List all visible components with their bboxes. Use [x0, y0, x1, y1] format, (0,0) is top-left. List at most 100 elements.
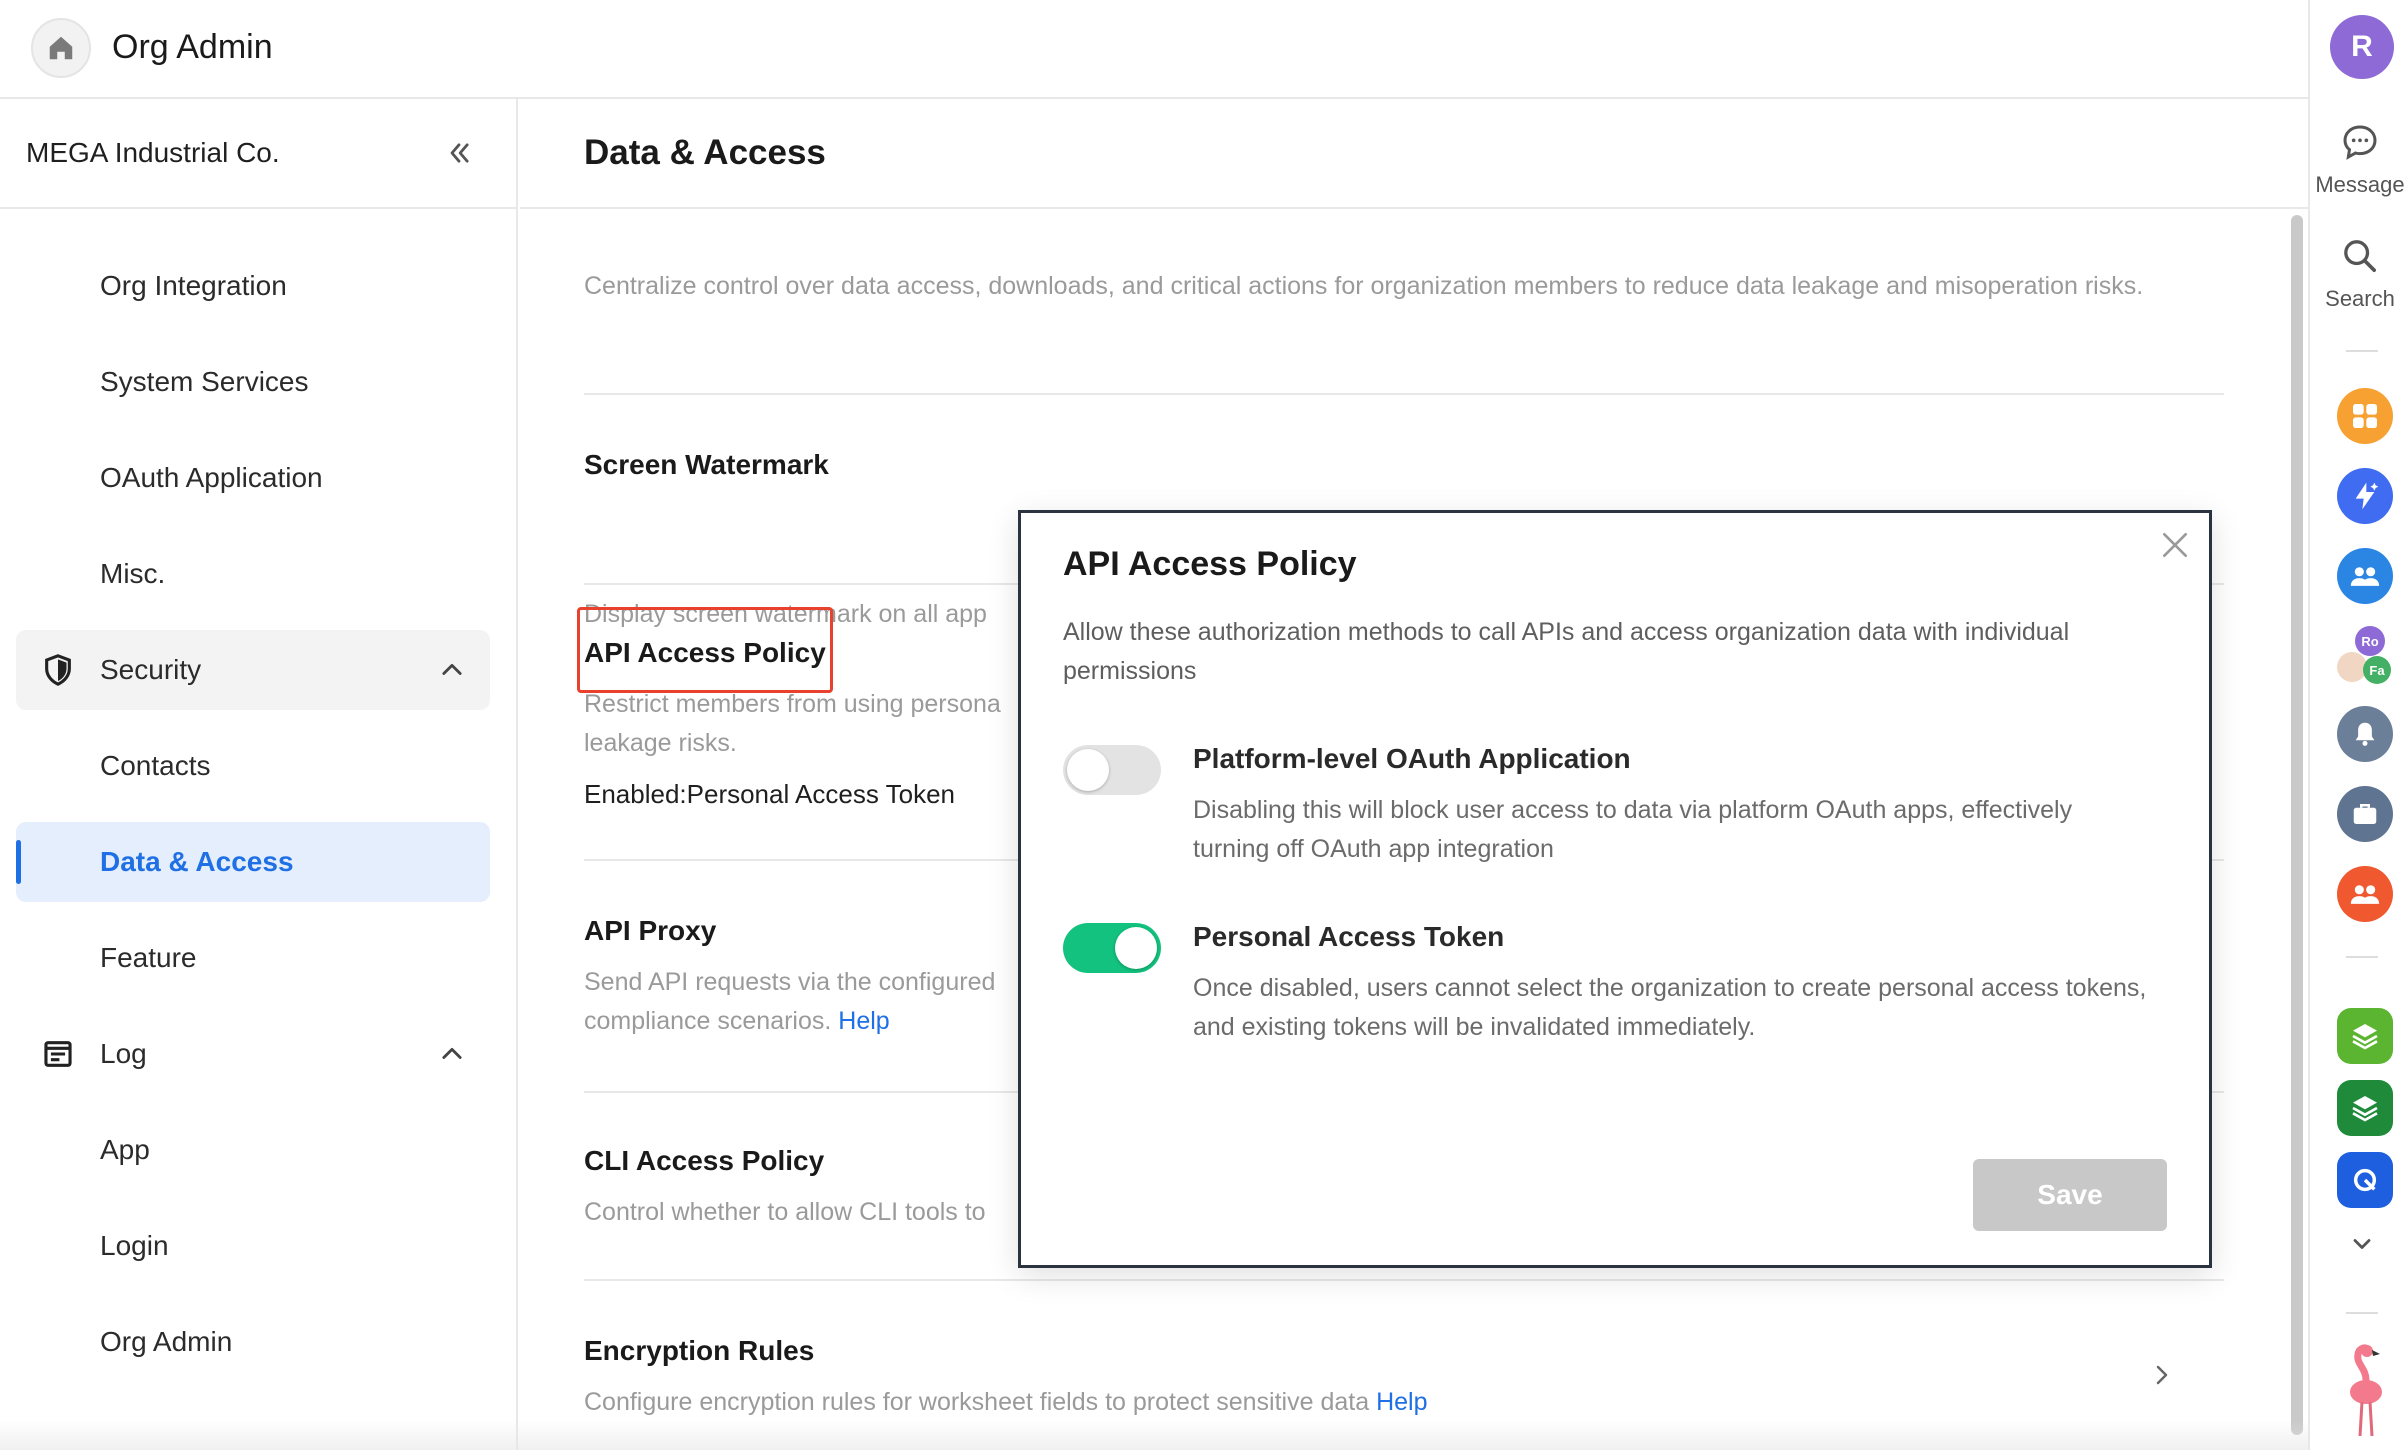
section-description-cont: compliance scenarios. Help — [584, 1002, 890, 1041]
app-title: Org Admin — [112, 28, 273, 66]
sidebar-item-label: Misc. — [100, 558, 166, 589]
shield-icon — [40, 652, 76, 688]
option-title: Platform-level OAuth Application — [1193, 743, 1631, 774]
toggle-knob — [1115, 927, 1157, 969]
section-description: Control whether to allow CLI tools to — [584, 1198, 986, 1226]
log-icon — [40, 1036, 76, 1072]
section-description-text: Configure encryption rules for worksheet… — [584, 1388, 1370, 1416]
sidebar-item-label: Contacts — [100, 750, 211, 781]
sidebar-item-data-access[interactable]: Data & Access — [16, 822, 490, 902]
message-label: Message — [2315, 172, 2405, 197]
help-link[interactable]: Help — [838, 1007, 889, 1035]
close-icon — [2163, 533, 2187, 557]
contacts-group-icon[interactable] — [2337, 866, 2393, 922]
mini-avatar: Fa — [2363, 656, 2391, 684]
section-title: CLI Access Policy — [584, 1145, 825, 1176]
scrollbar[interactable] — [2291, 215, 2303, 1435]
personal-access-token-toggle[interactable] — [1063, 923, 1161, 973]
sidebar-item-org-integration[interactable]: Org Integration — [16, 246, 490, 326]
org-name: MEGA Industrial Co. — [26, 137, 280, 168]
sidebar-item-label: Org Admin — [100, 1326, 233, 1357]
sidebar-item-label: Security — [100, 654, 202, 685]
rail-divider — [2346, 350, 2378, 352]
chevron-down-icon[interactable] — [2348, 1230, 2376, 1258]
message-icon — [2343, 125, 2377, 160]
sidebar-item-misc[interactable]: Misc. — [16, 534, 490, 614]
section-title: API Proxy — [584, 915, 717, 946]
section-description-text: compliance scenarios. — [584, 1007, 832, 1035]
close-button[interactable] — [2157, 527, 2193, 563]
search-icon — [2344, 240, 2376, 272]
sidebar-item-label: Feature — [100, 942, 197, 973]
sidebar-item-org-admin[interactable]: Org Admin — [16, 1302, 490, 1382]
sidebar-item-contacts[interactable]: Contacts — [16, 726, 490, 806]
sidebar-item-feature[interactable]: Feature — [16, 918, 490, 998]
section-description: Restrict members from using persona — [584, 690, 1001, 718]
sidebar-item-app[interactable]: App — [16, 1110, 490, 1190]
section-title: Screen Watermark — [584, 449, 829, 480]
page-header: Data & Access — [520, 99, 2308, 209]
double-chevron-left-icon — [450, 143, 469, 163]
team-icon[interactable] — [2337, 548, 2393, 604]
org-header: MEGA Industrial Co. — [0, 99, 516, 209]
sidebar-item-label: Org Integration — [100, 270, 287, 301]
sidebar-item-label: System Services — [100, 366, 309, 397]
rail-divider — [2346, 1312, 2378, 1314]
option-description: Once disabled, users cannot select the o… — [1193, 974, 2147, 1041]
sidebar-item-label: OAuth Application — [100, 462, 323, 493]
toggle-knob — [1067, 749, 1109, 791]
chevron-up-icon — [442, 663, 462, 675]
section-description: Send API requests via the configured — [584, 968, 996, 996]
section-title: Encryption Rules — [584, 1335, 815, 1366]
enabled-status: Enabled:Personal Access Token — [584, 779, 955, 809]
option-description: Disabling this will block user access to… — [1193, 796, 2073, 863]
dialog-description: Allow these authorization methods to cal… — [1063, 618, 2070, 685]
sidebar-item-label: Log — [100, 1038, 147, 1069]
page-intro: Centralize control over data access, dow… — [584, 272, 2144, 300]
message-button[interactable]: Message — [2310, 120, 2408, 198]
avatar[interactable]: R — [2330, 15, 2394, 79]
save-button[interactable]: Save — [1973, 1159, 2167, 1231]
sidebar-item-label: App — [100, 1134, 150, 1165]
top-bar: Org Admin — [0, 0, 2308, 99]
sidebar-item-label: Login — [100, 1230, 169, 1261]
support-app-icon[interactable] — [2337, 1152, 2393, 1208]
sidebar-item-label: Data & Access — [100, 846, 294, 877]
chevron-up-icon — [442, 1047, 462, 1059]
sidebar-item-oauth-application[interactable]: OAuth Application — [16, 438, 490, 518]
collapse-sidebar-button[interactable] — [440, 135, 478, 171]
sidebar-group-log[interactable]: Log — [16, 1014, 490, 1094]
dialog-title: API Access Policy — [1063, 545, 1357, 583]
help-link[interactable]: Help — [1376, 1388, 1427, 1416]
divider — [584, 1279, 2224, 1281]
divider — [584, 393, 2224, 395]
group-chat-avatars[interactable]: Ro Fa — [2337, 626, 2397, 686]
section-description-cont: leakage risks. — [584, 729, 737, 757]
flamingo-mascot-icon[interactable] — [2336, 1340, 2392, 1440]
right-rail: R Message Search Ro Fa — [2308, 0, 2408, 1450]
apps-grid-icon[interactable] — [2337, 388, 2393, 444]
rail-divider — [2346, 956, 2378, 958]
page-title: Data & Access — [584, 133, 826, 172]
chevron-right-icon[interactable] — [2150, 1363, 2174, 1387]
option-title: Personal Access Token — [1193, 921, 1505, 952]
home-button[interactable] — [31, 18, 91, 78]
search-label: Search — [2325, 286, 2395, 311]
sidebar-group-security[interactable]: Security — [16, 630, 490, 710]
section-title: API Access Policy — [584, 637, 826, 668]
app-package-dark-icon[interactable] — [2337, 1080, 2393, 1136]
sidebar: MEGA Industrial Co. Org Integration Syst… — [0, 99, 518, 1450]
mini-avatar: Ro — [2355, 626, 2385, 656]
home-icon — [49, 36, 73, 60]
sidebar-item-system-services[interactable]: System Services — [16, 342, 490, 422]
api-access-policy-dialog: API Access Policy Allow these authorizat… — [1018, 510, 2212, 1268]
notification-bell-icon[interactable] — [2337, 706, 2393, 762]
sidebar-item-login[interactable]: Login — [16, 1206, 490, 1286]
ai-assistant-icon[interactable] — [2337, 468, 2393, 524]
bottom-fade — [0, 1420, 2308, 1450]
app-package-icon[interactable] — [2337, 1008, 2393, 1064]
section-description: Configure encryption rules for worksheet… — [584, 1383, 1428, 1422]
oauth-app-toggle[interactable] — [1063, 745, 1161, 795]
briefcase-icon[interactable] — [2337, 786, 2393, 842]
search-button[interactable]: Search — [2310, 234, 2408, 312]
